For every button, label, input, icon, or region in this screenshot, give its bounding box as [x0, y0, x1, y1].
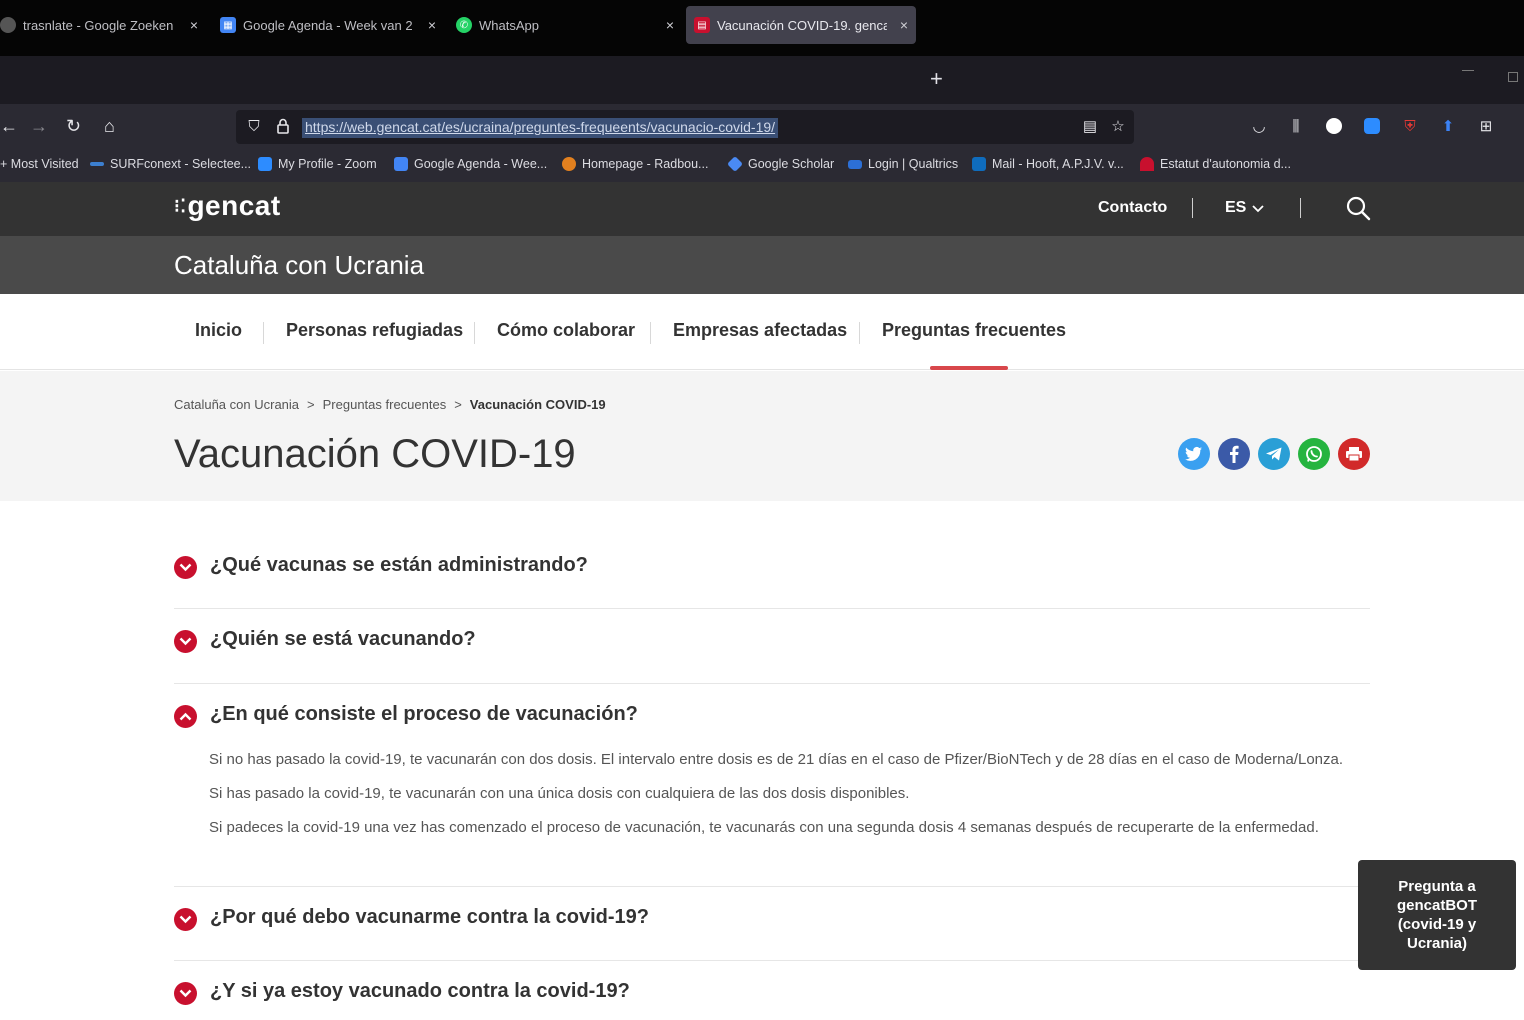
reader-view-icon[interactable]: ▤	[1080, 116, 1100, 136]
reload-icon[interactable]: ↻	[66, 114, 81, 138]
close-tab-icon[interactable]: ×	[900, 17, 908, 33]
faq-divider	[174, 608, 1370, 609]
bookmark-google-agenda[interactable]: Google Agenda - Wee...	[394, 157, 547, 171]
chevron-down-icon[interactable]	[174, 630, 197, 653]
bookmark-favicon	[258, 157, 272, 171]
bookmark-most-visited[interactable]: + Most Visited	[0, 157, 79, 171]
header-separator	[1192, 198, 1193, 218]
bookmark-favicon	[562, 157, 576, 171]
tab-google-search[interactable]: trasnlate - Google Zoeken ×	[0, 6, 206, 44]
active-menu-indicator	[930, 366, 1008, 370]
tab-bar	[0, 56, 1524, 104]
chevron-down-icon[interactable]	[174, 908, 197, 931]
extension-shield-icon[interactable]: ⛨	[1400, 116, 1420, 136]
menu-separator	[859, 322, 860, 344]
breadcrumb-current: Vacunación COVID-19	[469, 397, 606, 412]
telegram-icon[interactable]	[1258, 438, 1290, 470]
close-tab-icon[interactable]: ×	[666, 17, 674, 33]
breadcrumb-cataluna[interactable]: Cataluña con Ucrania	[174, 397, 299, 412]
facebook-icon[interactable]	[1218, 438, 1250, 470]
breadcrumb: Cataluña con Ucrania > Preguntas frecuen…	[174, 397, 606, 412]
close-tab-icon[interactable]: ×	[428, 17, 436, 33]
back-icon[interactable]: ←	[0, 114, 18, 138]
forward-icon[interactable]: →	[30, 114, 48, 138]
faq-divider	[174, 960, 1370, 961]
menu-item-empresas-afectadas[interactable]: Empresas afectadas	[673, 320, 847, 341]
faq-question[interactable]: ¿Quién se está vacunando?	[210, 628, 476, 651]
home-icon[interactable]: ⌂	[104, 114, 115, 138]
faq-question[interactable]: ¿Y si ya estoy vacunado contra la covid-…	[210, 980, 630, 1003]
chevron-down-icon[interactable]	[1252, 202, 1264, 216]
bookmark-favicon	[90, 162, 104, 166]
faq-question[interactable]: ¿Por qué debo vacunarme contra la covid-…	[210, 906, 649, 929]
lock-icon[interactable]	[273, 116, 293, 136]
breadcrumb-separator: >	[454, 397, 462, 412]
faq-question[interactable]: ¿Qué vacunas se están administrando?	[210, 554, 588, 577]
menu-separator	[263, 322, 264, 344]
pocket-icon[interactable]: ◡	[1249, 116, 1269, 136]
zoom-extension-icon[interactable]	[1362, 116, 1382, 136]
new-tab-icon[interactable]: +	[930, 66, 943, 92]
header-separator	[1300, 198, 1301, 218]
menu-item-inicio[interactable]: Inicio	[195, 320, 242, 341]
menu-separator	[474, 322, 475, 344]
bookmark-zoom-profile[interactable]: My Profile - Zoom	[258, 157, 377, 171]
maximize-icon[interactable]	[1508, 72, 1518, 82]
menu-item-preguntas-frecuentes[interactable]: Preguntas frecuentes	[882, 320, 1066, 341]
faq-question[interactable]: ¿En qué consiste el proceso de vacunació…	[210, 703, 638, 726]
chevron-down-icon[interactable]	[174, 982, 197, 1005]
bookmark-radboud[interactable]: Homepage - Radbou...	[562, 157, 708, 171]
whatsapp-icon[interactable]	[1298, 438, 1330, 470]
chevron-down-icon[interactable]	[174, 556, 197, 579]
page-title: Vacunación COVID-19	[174, 432, 576, 476]
tab-google-agenda[interactable]: ▦ Google Agenda - Week van 29... ×	[220, 6, 444, 44]
gencat-icon: ▤	[694, 17, 710, 33]
bookmark-qualtrics[interactable]: Login | Qualtrics	[848, 157, 958, 171]
tab-vacunacion[interactable]: ▤ Vacunación COVID-19. gencat... ×	[686, 6, 916, 44]
search-icon[interactable]	[1344, 194, 1372, 222]
faq-divider	[174, 886, 1370, 887]
bookmark-favicon	[394, 157, 408, 171]
tab-whatsapp[interactable]: ✆ WhatsApp ×	[456, 6, 682, 44]
logo-dots-icon: ⁝⁚	[174, 196, 187, 216]
bookmark-google-scholar[interactable]: Google Scholar	[727, 156, 834, 172]
bookmark-favicon	[1140, 157, 1154, 171]
faq-answer-paragraph: Si no has pasado la covid-19, te vacunar…	[209, 751, 1344, 768]
bookmark-favicon	[727, 156, 743, 172]
bookmark-estatut[interactable]: Estatut d'autonomia d...	[1140, 157, 1291, 171]
chevron-up-icon[interactable]	[174, 705, 197, 728]
bookmark-star-icon[interactable]: ☆	[1108, 116, 1128, 136]
twitter-icon[interactable]	[1178, 438, 1210, 470]
bookmark-favicon	[848, 159, 862, 169]
breadcrumb-separator: >	[307, 397, 315, 412]
menu-item-como-colaborar[interactable]: Cómo colaborar	[497, 320, 635, 341]
contact-link[interactable]: Contacto	[1098, 199, 1167, 217]
print-icon[interactable]	[1338, 438, 1370, 470]
library-icon[interactable]: ⫼	[1286, 116, 1306, 136]
account-icon[interactable]	[1324, 116, 1344, 136]
url-input[interactable]: https://web.gencat.cat/es/ucraina/pregun…	[302, 118, 779, 138]
whatsapp-icon: ✆	[456, 17, 472, 33]
breadcrumb-preguntas[interactable]: Preguntas frecuentes	[323, 397, 447, 412]
faq-answer-paragraph: Si has pasado la covid-19, te vacunarán …	[209, 785, 910, 802]
faq-answer-paragraph: Si padeces la covid-19 una vez has comen…	[209, 819, 1319, 836]
bookmark-surfconext[interactable]: SURFconext - Selectee...	[90, 157, 251, 171]
close-tab-icon[interactable]: ×	[190, 17, 198, 33]
bookmark-favicon	[972, 157, 986, 171]
menu-item-personas-refugiadas[interactable]: Personas refugiadas	[286, 320, 463, 341]
language-selector[interactable]: ES	[1225, 199, 1246, 217]
extension-arrow-icon[interactable]: ⬆	[1438, 116, 1458, 136]
google-icon	[0, 17, 16, 33]
minimize-icon[interactable]	[1462, 70, 1474, 71]
section-title[interactable]: Cataluña con Ucrania	[174, 250, 424, 281]
gencatbot-button[interactable]: Pregunta a gencatBOT (covid-19 y Ucrania…	[1358, 860, 1516, 970]
faq-divider	[174, 683, 1370, 684]
extensions-icon[interactable]: ⊞	[1476, 116, 1496, 136]
menu-separator	[650, 322, 651, 344]
gencat-logo[interactable]: ⁝⁚gencat	[174, 190, 281, 222]
shield-icon[interactable]: ⛉	[244, 116, 264, 136]
calendar-icon: ▦	[220, 17, 236, 33]
bookmark-mail[interactable]: Mail - Hooft, A.P.J.V. v...	[972, 157, 1124, 171]
